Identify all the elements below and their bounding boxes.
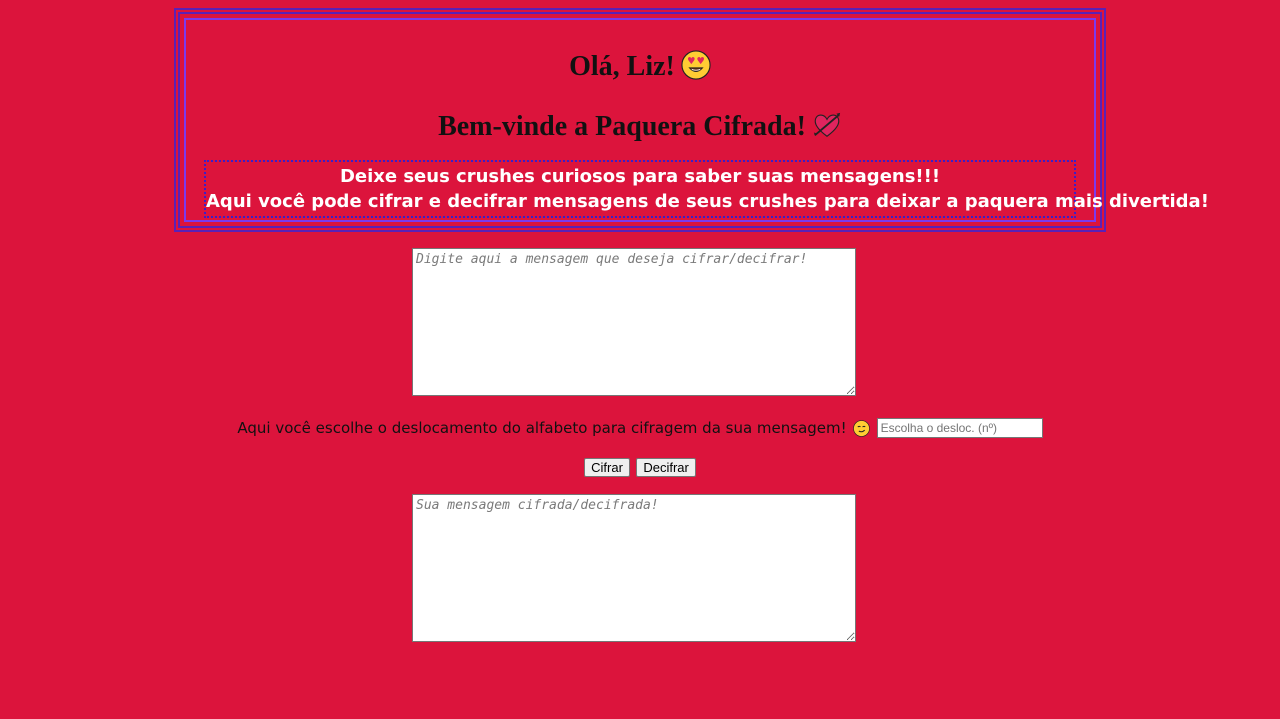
greeting-text: Olá, Liz! [569, 51, 675, 82]
header-frame: Olá, Liz! Bem-vinde a Paquera Cifrada! D… [174, 8, 1209, 232]
smirk-emoji-icon [853, 419, 870, 437]
welcome-heading: Bem-vinde a Paquera Cifrada! [186, 110, 1094, 144]
intro-line-2: Aqui você pode cifrar e decifrar mensage… [206, 191, 1209, 212]
shift-label: Aqui você escolhe o deslocamento do alfa… [237, 419, 847, 437]
shift-row: Aqui você escolhe o deslocamento do alfa… [0, 418, 1280, 440]
heart-with-arrow-icon [813, 112, 841, 137]
decrypt-button[interactable]: Decifrar [636, 458, 696, 477]
header-inner-frame: Olá, Liz! Bem-vinde a Paquera Cifrada! D… [184, 18, 1209, 222]
message-input[interactable] [412, 248, 856, 396]
action-buttons: Cifrar Decifrar [0, 458, 1280, 477]
encrypt-button[interactable]: Cifrar [584, 458, 630, 477]
welcome-text: Bem-vinde a Paquera Cifrada! [438, 111, 806, 142]
shift-input[interactable] [876, 418, 1043, 438]
greeting-heading: Olá, Liz! [186, 50, 1094, 84]
message-output[interactable] [412, 494, 856, 642]
intro-box: Deixe seus crushes curiosos para saber s… [204, 160, 1209, 218]
heart-eyes-emoji-icon [681, 50, 711, 80]
intro-line-1: Deixe seus crushes curiosos para saber s… [339, 166, 941, 187]
